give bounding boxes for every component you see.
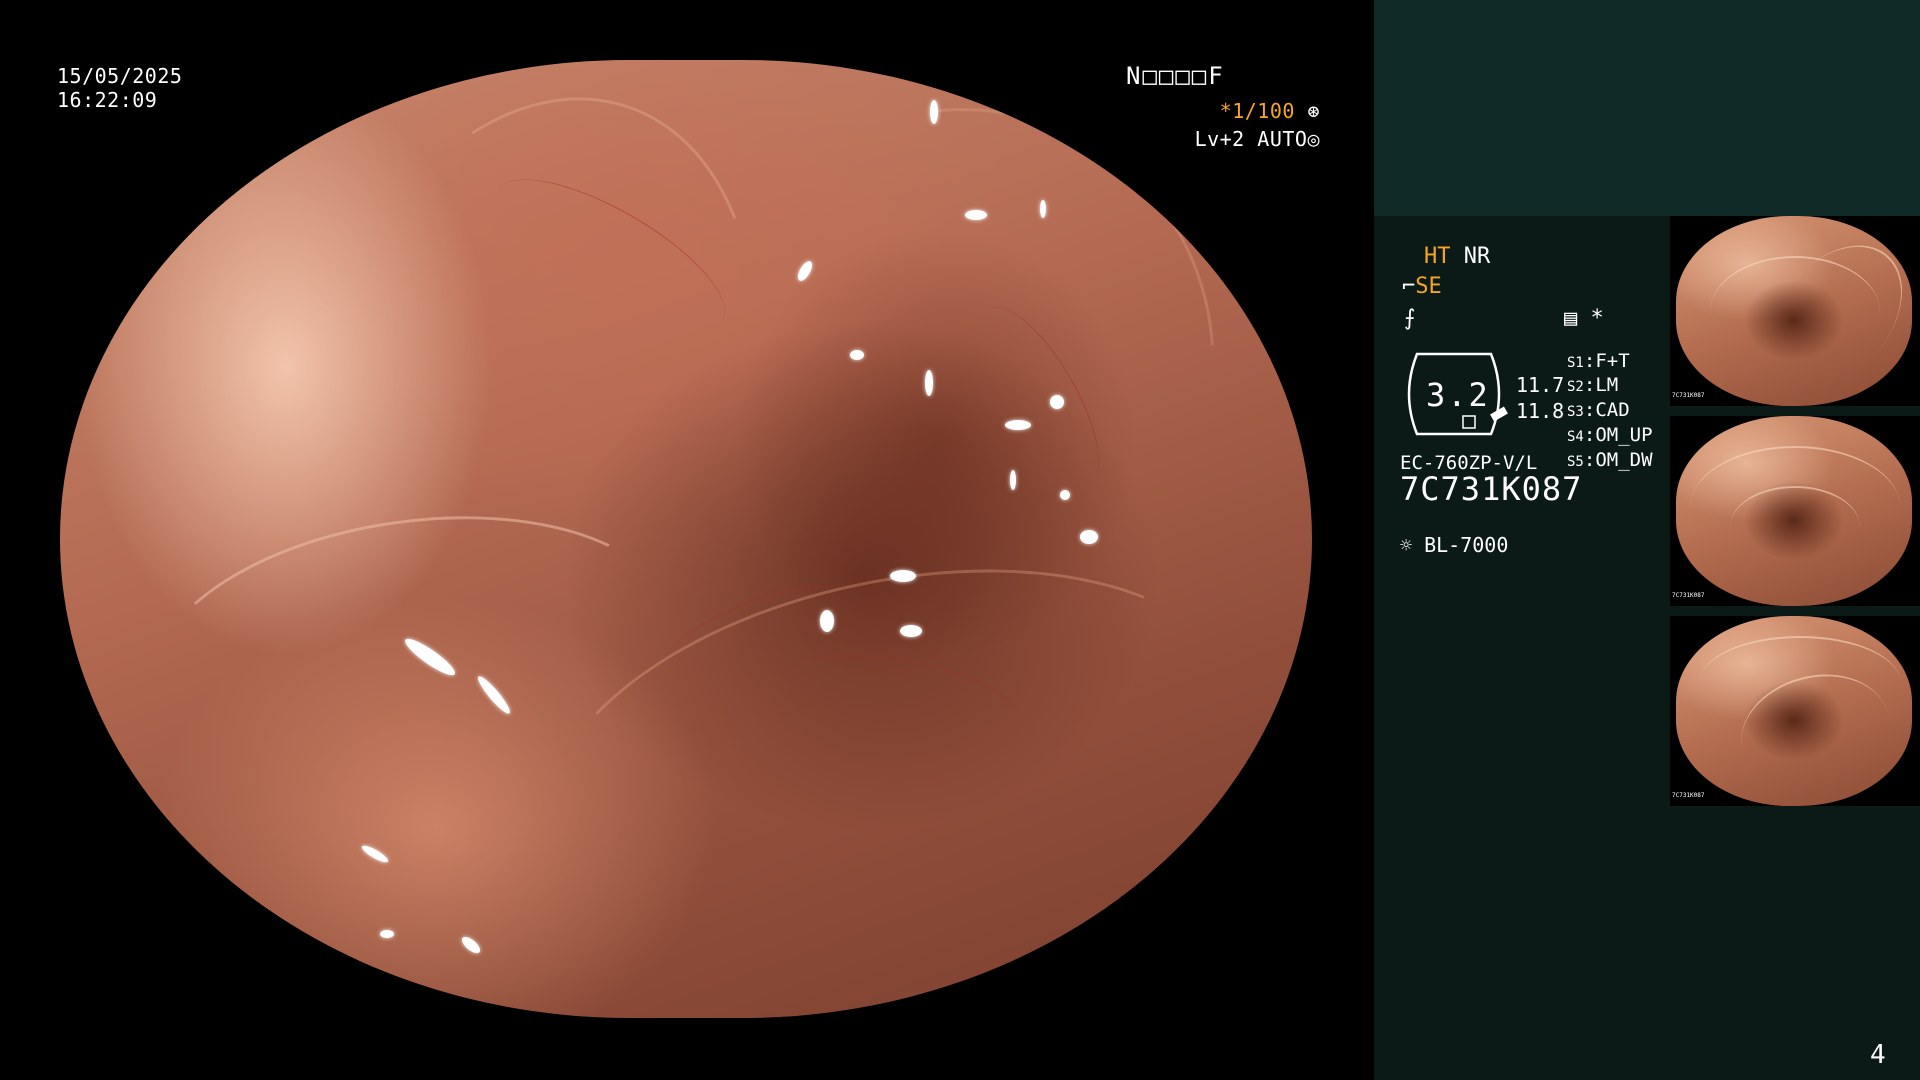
thumbnail-1[interactable]: 7C731K087: [1670, 216, 1920, 406]
se-text: SE: [1415, 274, 1442, 299]
specular-highlight: [850, 350, 864, 360]
switch-value: OM_UP: [1595, 424, 1653, 446]
switch-row-s4: S4:OM_UP: [1567, 424, 1653, 446]
se-indicator: ⌐SE: [1402, 274, 1442, 300]
specular-highlight: [965, 210, 987, 220]
shutter-speed-text: *1/100: [1219, 99, 1295, 123]
switch-row-s2: S2:LM: [1567, 374, 1619, 396]
scope-serial: 7C731K087: [1400, 470, 1583, 508]
switch-key: S2: [1567, 379, 1584, 395]
date-time-display: 15/05/2025 16:22:09: [57, 64, 182, 112]
specular-highlight: [900, 625, 922, 637]
switch-value: F+T: [1595, 350, 1630, 372]
auto-text: AUTO: [1257, 127, 1308, 151]
thumbnail-caption: 7C731K087: [1672, 392, 1705, 399]
ht-text: HT: [1424, 244, 1451, 269]
magnification-value: 3.2: [1426, 376, 1490, 414]
thumbnail-caption: 7C731K087: [1672, 792, 1705, 799]
gauge-number-top: 11.7: [1516, 373, 1565, 397]
specular-highlight: [925, 370, 933, 396]
switch-value: OM_DW: [1595, 449, 1653, 471]
specular-highlight: [820, 610, 834, 632]
time-text: 16:22:09: [57, 88, 158, 112]
specular-highlight: [380, 930, 394, 938]
specular-highlight: [1005, 420, 1031, 430]
date-text: 15/05/2025: [57, 64, 183, 88]
specular-highlight: [1050, 395, 1064, 409]
hand-indicator: ⨍: [1404, 306, 1415, 332]
shutter-speed-display: *1/100 ⊛: [1220, 99, 1320, 123]
switch-value: CAD: [1595, 399, 1630, 421]
iris-icon: ◎: [1307, 127, 1320, 151]
switch-key: S4: [1567, 429, 1584, 445]
page-number: 4: [1870, 1040, 1886, 1070]
specular-highlight: [890, 570, 916, 582]
endoscopy-screen: 15/05/2025 16:22:09 N□□□□F *1/100 ⊛ Lv+2…: [0, 0, 1920, 1080]
memo-indicator: ▤ *: [1564, 306, 1604, 332]
gauge-number-bottom: 11.8: [1516, 399, 1565, 423]
exposure-level-display: Lv+2 AUTO◎: [1195, 127, 1320, 151]
specular-highlight: [1010, 470, 1016, 490]
thumbnail-3[interactable]: 7C731K087: [1670, 616, 1920, 806]
level-text: Lv+2: [1194, 127, 1245, 151]
switch-key: S1: [1567, 355, 1584, 371]
specular-highlight: [930, 100, 938, 124]
endoscopic-view: [60, 60, 1312, 1018]
asterisk-text: *: [1590, 306, 1604, 331]
light-source-display: ☼ BL-7000: [1400, 532, 1508, 558]
specular-highlight: [1060, 490, 1070, 500]
switch-key: S3: [1567, 404, 1584, 420]
specular-highlight: [1080, 530, 1098, 544]
light-source-icon: ☼: [1400, 533, 1413, 557]
structure-enhance-icon: ⌐: [1402, 274, 1416, 299]
memo-icon: ▤: [1564, 306, 1578, 331]
hand-symbol-icon: ⨍: [1404, 306, 1416, 331]
switch-row-s1: S1:F+T: [1567, 350, 1630, 372]
info-panel: HT NR ⌐SE ⨍ ▤ * 3.2 11.7 11.8 S1:F+T S2:…: [1374, 0, 1920, 1080]
thumbnail-2[interactable]: 7C731K087: [1670, 416, 1920, 606]
nr-text: NR: [1463, 244, 1491, 269]
patient-id: N□□□□F: [1126, 62, 1225, 90]
gauge-marker: [1462, 415, 1476, 429]
specular-highlight: [1040, 200, 1046, 218]
panel-header-area: [1374, 0, 1920, 216]
light-source-model: BL-7000: [1424, 533, 1509, 557]
ht-nr-indicator: HT NR: [1424, 244, 1490, 270]
thumbnail-caption: 7C731K087: [1672, 592, 1705, 599]
shutter-icon: ⊛: [1307, 99, 1320, 123]
thumbnail-fold: [1730, 486, 1860, 568]
switch-value: LM: [1595, 374, 1619, 396]
switch-key: S5: [1567, 454, 1584, 470]
switch-row-s3: S3:CAD: [1567, 399, 1630, 421]
